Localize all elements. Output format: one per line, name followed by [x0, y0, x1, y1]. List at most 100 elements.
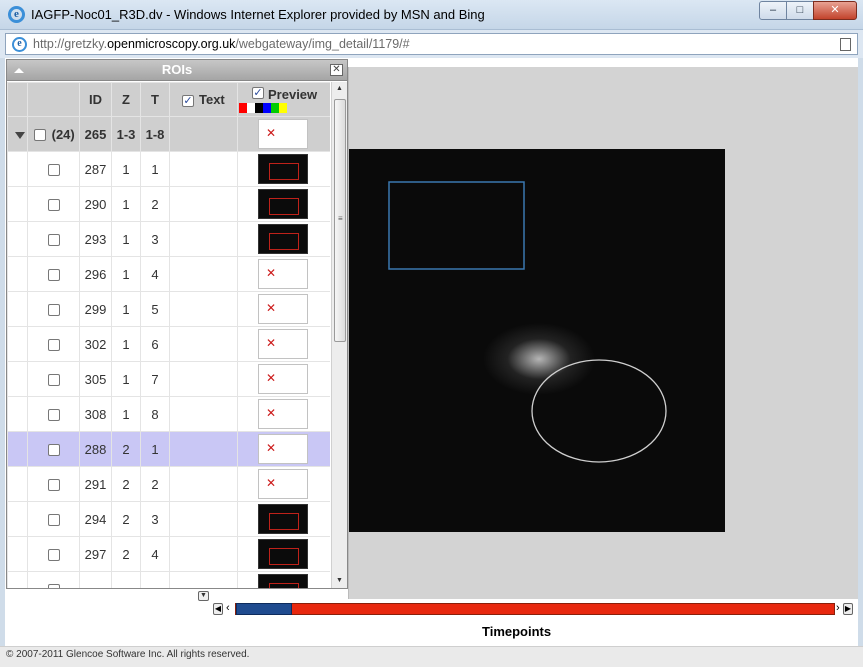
expand-toggle-button[interactable]: ▼: [198, 591, 209, 601]
row-preview: ✕: [237, 326, 330, 362]
header-text: Text: [169, 82, 238, 117]
minimize-button[interactable]: ‒: [759, 1, 787, 20]
row-checkbox[interactable]: [47, 269, 60, 282]
roi-table-container[interactable]: ID Z T Text Preview: [7, 82, 330, 588]
row-id: 294: [79, 501, 112, 537]
row-select-cell: [27, 536, 80, 572]
first-timepoint-button[interactable]: ◀: [213, 603, 223, 615]
group-checkbox[interactable]: [34, 129, 46, 142]
roi-panel-close-button[interactable]: ✕: [330, 64, 343, 76]
roi-thumbnail[interactable]: ✕: [258, 364, 308, 394]
row-text: [169, 431, 238, 467]
maximize-button[interactable]: □: [786, 1, 814, 20]
roi-panel: ROIs ✕ ID Z T Text Prev: [6, 59, 348, 589]
row-z: 1: [111, 221, 141, 257]
roi-row[interactable]: [7, 571, 330, 588]
row-preview: [237, 186, 330, 222]
roi-thumbnail[interactable]: ✕: [258, 329, 308, 359]
roi-thumbnail[interactable]: ✕: [258, 399, 308, 429]
roi-row[interactable]: 290 1 2: [7, 186, 330, 222]
group-expand[interactable]: [7, 116, 28, 152]
header-z[interactable]: Z: [111, 82, 141, 117]
row-id: 287: [79, 151, 112, 187]
scroll-thumb[interactable]: ≡: [334, 99, 346, 342]
row-preview: [237, 501, 330, 537]
close-button[interactable]: ✕: [813, 1, 857, 20]
roi-thumbnail[interactable]: [258, 574, 308, 588]
roi-row[interactable]: 294 2 3: [7, 501, 330, 537]
roi-row[interactable]: 308 1 8 ✕: [7, 396, 330, 432]
broken-image-icon: ✕: [266, 266, 277, 280]
roi-row[interactable]: 302 1 6 ✕: [7, 326, 330, 362]
roi-row[interactable]: 296 1 4 ✕: [7, 256, 330, 292]
roi-thumbnail[interactable]: [258, 154, 308, 184]
header-empty: [7, 82, 28, 117]
channel-swatch: [239, 103, 247, 113]
roi-thumbnail[interactable]: [258, 504, 308, 534]
row-checkbox[interactable]: [47, 444, 60, 457]
row-checkbox[interactable]: [47, 479, 60, 492]
roi-row[interactable]: 287 1 1: [7, 151, 330, 187]
url-text[interactable]: http://gretzky.openmicroscopy.org.uk/web…: [33, 37, 410, 51]
row-checkbox[interactable]: [47, 339, 60, 352]
scroll-down-button[interactable]: ▼: [332, 574, 347, 588]
row-checkbox[interactable]: [47, 164, 60, 177]
row-checkbox[interactable]: [47, 409, 60, 422]
ellipse-roi[interactable]: [531, 359, 667, 463]
roi-vertical-scrollbar[interactable]: ▲ ≡ ▼: [331, 82, 347, 588]
last-timepoint-button[interactable]: ▶: [843, 603, 853, 615]
roi-row[interactable]: 293 1 3: [7, 221, 330, 257]
row-preview: ✕: [237, 291, 330, 327]
row-checkbox[interactable]: [47, 199, 60, 212]
group-thumbnail: ✕: [258, 119, 308, 149]
roi-thumbnail[interactable]: ✕: [258, 259, 308, 289]
roi-thumbnail[interactable]: ✕: [258, 434, 308, 464]
page-footer: © 2007-2011 Glencoe Software Inc. All ri…: [0, 646, 863, 667]
row-checkbox[interactable]: [47, 304, 60, 317]
row-id: 291: [79, 466, 112, 502]
preview-checkbox[interactable]: [252, 87, 264, 99]
row-checkbox[interactable]: [47, 514, 60, 527]
row-indent: [7, 291, 28, 327]
roi-thumbnail[interactable]: ✕: [258, 294, 308, 324]
row-checkbox[interactable]: [47, 234, 60, 247]
roi-row[interactable]: 305 1 7 ✕: [7, 361, 330, 397]
timepoint-track[interactable]: [235, 603, 835, 615]
row-checkbox[interactable]: [47, 549, 60, 562]
row-id: 308: [79, 396, 112, 432]
roi-thumbnail[interactable]: ✕: [258, 469, 308, 499]
expand-arrow-icon[interactable]: [15, 131, 25, 139]
roi-row[interactable]: 291 2 2 ✕: [7, 466, 330, 502]
channel-swatch: [255, 103, 263, 113]
next-timepoint-button[interactable]: ›: [836, 602, 840, 615]
row-z: 1: [111, 186, 141, 222]
row-select-cell: [27, 256, 80, 292]
roi-row[interactable]: 288 2 1 ✕: [7, 431, 330, 467]
row-z: 2: [111, 466, 141, 502]
roi-thumbnail[interactable]: [258, 224, 308, 254]
text-checkbox[interactable]: [182, 94, 194, 107]
timepoint-slider[interactable]: ◀ ‹ › ▶: [213, 602, 853, 616]
roi-thumbnail[interactable]: [258, 539, 308, 569]
row-checkbox[interactable]: [47, 374, 60, 387]
rectangle-roi[interactable]: [388, 181, 525, 270]
url-field[interactable]: e http://gretzky.openmicroscopy.org.uk/w…: [5, 33, 858, 55]
row-id: 297: [79, 536, 112, 572]
roi-row[interactable]: 297 2 4: [7, 536, 330, 572]
row-preview: [237, 221, 330, 257]
roi-row[interactable]: 299 1 5 ✕: [7, 291, 330, 327]
previous-timepoint-button[interactable]: ‹: [226, 602, 230, 615]
header-t[interactable]: T: [140, 82, 170, 117]
row-z: 1: [111, 361, 141, 397]
group-count: (24): [51, 126, 75, 142]
scroll-up-button[interactable]: ▲: [332, 82, 347, 96]
microscopy-image[interactable]: [349, 149, 725, 532]
header-id[interactable]: ID: [79, 82, 112, 117]
group-preview: ✕: [237, 116, 330, 152]
row-z: 1: [111, 256, 141, 292]
row-checkbox[interactable]: [47, 584, 60, 588]
roi-group-row[interactable]: (24) 265 1-3 1-8 ✕: [7, 116, 330, 152]
roi-thumbnail[interactable]: [258, 189, 308, 219]
timepoint-handle[interactable]: [236, 603, 292, 615]
row-select-cell: [27, 501, 80, 537]
